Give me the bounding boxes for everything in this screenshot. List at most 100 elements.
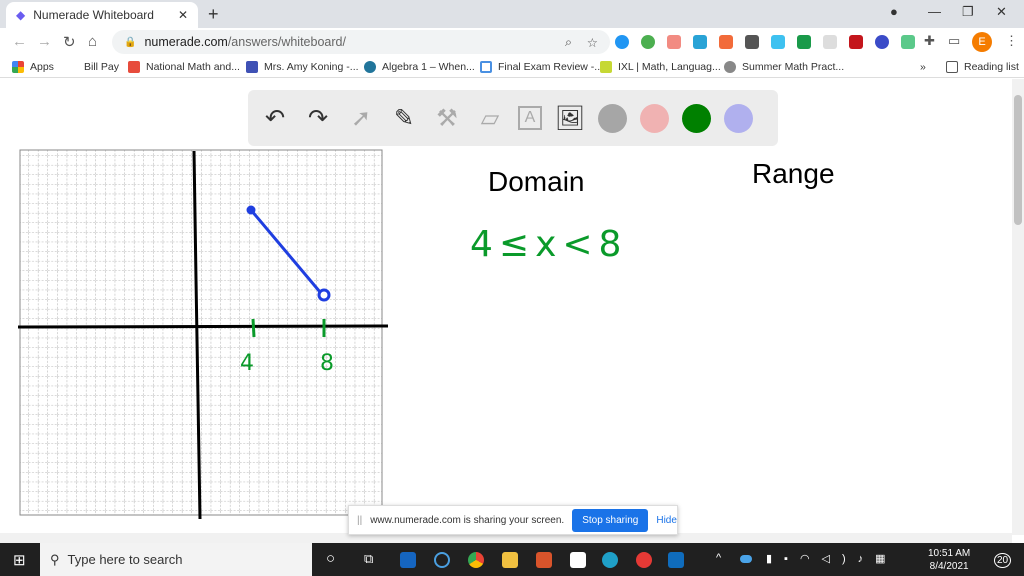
bookmark-label: Summer Math Pract...	[742, 61, 845, 73]
extension-icon[interactable]	[745, 35, 759, 49]
onedrive-icon[interactable]	[740, 555, 752, 563]
extension-icon[interactable]	[615, 35, 629, 49]
tools-icon[interactable]: ⚒	[432, 103, 462, 133]
whiteboard-drawing[interactable]: 4 8 Domain Range 4≤x<8	[0, 79, 1012, 535]
numerade-logo-icon: ◆	[16, 8, 26, 22]
app-icon[interactable]	[636, 552, 652, 568]
windows-taskbar: ⊞ ⚲ Type here to search ○ ⧉ ^ ▮▪◠◁)♪▦ 10…	[0, 543, 1024, 576]
wordpress-icon	[364, 61, 376, 73]
drag-handle-icon[interactable]: ||	[357, 515, 362, 526]
app-icon[interactable]	[400, 552, 416, 568]
cast-icon[interactable]: ▭	[948, 33, 960, 49]
scroll-thumb[interactable]	[1014, 95, 1022, 225]
extension-icon[interactable]	[875, 35, 889, 49]
reload-button[interactable]: ↻	[63, 33, 76, 51]
domain-answer: 4≤x<8	[470, 224, 627, 265]
bookmark-final-exam-review[interactable]: Final Exam Review -...	[480, 61, 603, 73]
extension-icon[interactable]	[693, 35, 707, 49]
file-explorer-icon[interactable]	[502, 552, 518, 568]
bookmark-national-math[interactable]: National Math and...	[128, 61, 240, 73]
whiteboard-toolbar: ↶ ↷ ➚ ✎ ⚒ ▱ A 🖼	[248, 90, 778, 146]
extension-icon[interactable]	[771, 35, 785, 49]
url-host: numerade.com	[144, 35, 228, 49]
select-pointer-icon[interactable]: ➚	[346, 103, 376, 133]
task-view-icon[interactable]: ⧉	[364, 551, 373, 567]
eraser-icon[interactable]: ▱	[475, 103, 505, 133]
extension-icon[interactable]	[823, 35, 837, 49]
extension-icon[interactable]	[901, 35, 915, 49]
clock[interactable]: 10:51 AM 8/4/2021	[928, 547, 970, 573]
stop-sharing-button[interactable]: Stop sharing	[572, 508, 649, 532]
tab-numerade-whiteboard[interactable]: ◆ Numerade Whiteboard ✕	[6, 2, 198, 28]
tray-chevron-icon[interactable]: ^	[716, 552, 721, 564]
profile-avatar[interactable]: E	[972, 32, 992, 52]
cortana-icon[interactable]: ○	[326, 550, 335, 567]
snipping-tool-icon[interactable]	[536, 552, 552, 568]
bookmark-algebra-1[interactable]: Algebra 1 – When...	[364, 61, 475, 73]
store-icon[interactable]	[570, 552, 586, 568]
tray-icons[interactable]: ▮▪◠◁)♪▦	[766, 552, 898, 565]
address-bar[interactable]: 🔒 numerade.com/answers/whiteboard/ ⌕ ☆	[112, 30, 610, 54]
bookmark-label: Apps	[30, 61, 54, 73]
x-axis	[17, 324, 389, 329]
color-green[interactable]	[682, 103, 711, 133]
apps-grid-icon	[12, 61, 24, 73]
bookmark-label: Mrs. Amy Koning -...	[264, 61, 359, 73]
bookmark-mrs-amy-koning[interactable]: Mrs. Amy Koning -...	[246, 61, 359, 73]
tab-strip: ◆ Numerade Whiteboard ✕ + ● — ❐ ✕	[0, 0, 1024, 28]
undo-icon[interactable]: ↶	[260, 103, 290, 133]
range-heading: Range	[752, 158, 835, 189]
edge-icon[interactable]	[602, 552, 618, 568]
extension-icon[interactable]	[667, 35, 681, 49]
media-icon[interactable]: ●	[890, 4, 898, 19]
tick-label-8: 8	[320, 351, 334, 376]
hide-button[interactable]: Hide	[656, 515, 677, 526]
color-lavender[interactable]	[724, 103, 753, 133]
windows-start-icon[interactable]: ⊞	[13, 551, 26, 569]
reading-list-button[interactable]: Reading list	[946, 61, 1019, 73]
redo-icon[interactable]: ↷	[303, 103, 333, 133]
back-button[interactable]: ←	[12, 33, 27, 50]
bookmark-label: IXL | Math, Languag...	[618, 61, 721, 73]
taskbar-search[interactable]: ⚲ Type here to search	[40, 543, 312, 576]
bookmark-star-icon[interactable]: ☆	[587, 35, 598, 50]
screen-share-bar: || www.numerade.com is sharing your scre…	[348, 505, 678, 535]
pdf-extension-icon[interactable]	[849, 35, 863, 49]
bookmarks-overflow[interactable]: »	[920, 61, 926, 73]
pen-icon[interactable]: ✎	[389, 103, 419, 133]
restore-button[interactable]: ❐	[962, 4, 974, 20]
color-gray[interactable]	[598, 103, 627, 133]
bookmark-summer-math[interactable]: Summer Math Pract...	[724, 61, 844, 73]
extension-icon[interactable]	[719, 35, 733, 49]
outlook-icon[interactable]	[668, 552, 684, 568]
extension-icon[interactable]	[797, 35, 811, 49]
date: 8/4/2021	[929, 561, 969, 572]
new-tab-button[interactable]: +	[208, 4, 219, 25]
chrome-icon[interactable]	[468, 552, 484, 568]
extensions-puzzle-icon[interactable]: ✚	[924, 33, 935, 49]
bookmark-favicon	[724, 61, 736, 73]
vertical-scrollbar[interactable]	[1012, 79, 1024, 535]
forward-button[interactable]: →	[37, 33, 52, 50]
close-window-button[interactable]: ✕	[996, 4, 1007, 20]
bookmark-label: National Math and...	[146, 61, 240, 73]
image-icon[interactable]: 🖼	[555, 103, 585, 133]
bookmark-ixl[interactable]: IXL | Math, Languag...	[600, 61, 721, 73]
app-icon[interactable]	[434, 552, 450, 568]
notifications-badge[interactable]: 20	[994, 553, 1012, 568]
zoom-icon[interactable]: ⌕	[565, 35, 572, 50]
bookmark-bill-pay[interactable]: Bill Pay	[84, 61, 119, 73]
reading-list-icon	[946, 61, 958, 73]
extension-icon[interactable]	[641, 35, 655, 49]
color-pink[interactable]	[640, 103, 669, 133]
close-tab-icon[interactable]: ✕	[178, 8, 188, 22]
browser-toolbar: ← → ↻ ⌂ 🔒 numerade.com/answers/whiteboar…	[0, 28, 1024, 56]
tick-label-4: 4	[240, 351, 254, 376]
whiteboard-canvas[interactable]: 4 8 Domain Range 4≤x<8	[0, 79, 1012, 535]
bookmark-apps[interactable]: Apps	[12, 61, 54, 73]
minimize-button[interactable]: —	[928, 4, 941, 19]
home-button[interactable]: ⌂	[88, 33, 97, 50]
bookmark-label: Final Exam Review -...	[498, 61, 604, 73]
text-tool-icon[interactable]: A	[518, 106, 542, 130]
menu-kebab-icon[interactable]: ⋮	[1005, 33, 1018, 49]
